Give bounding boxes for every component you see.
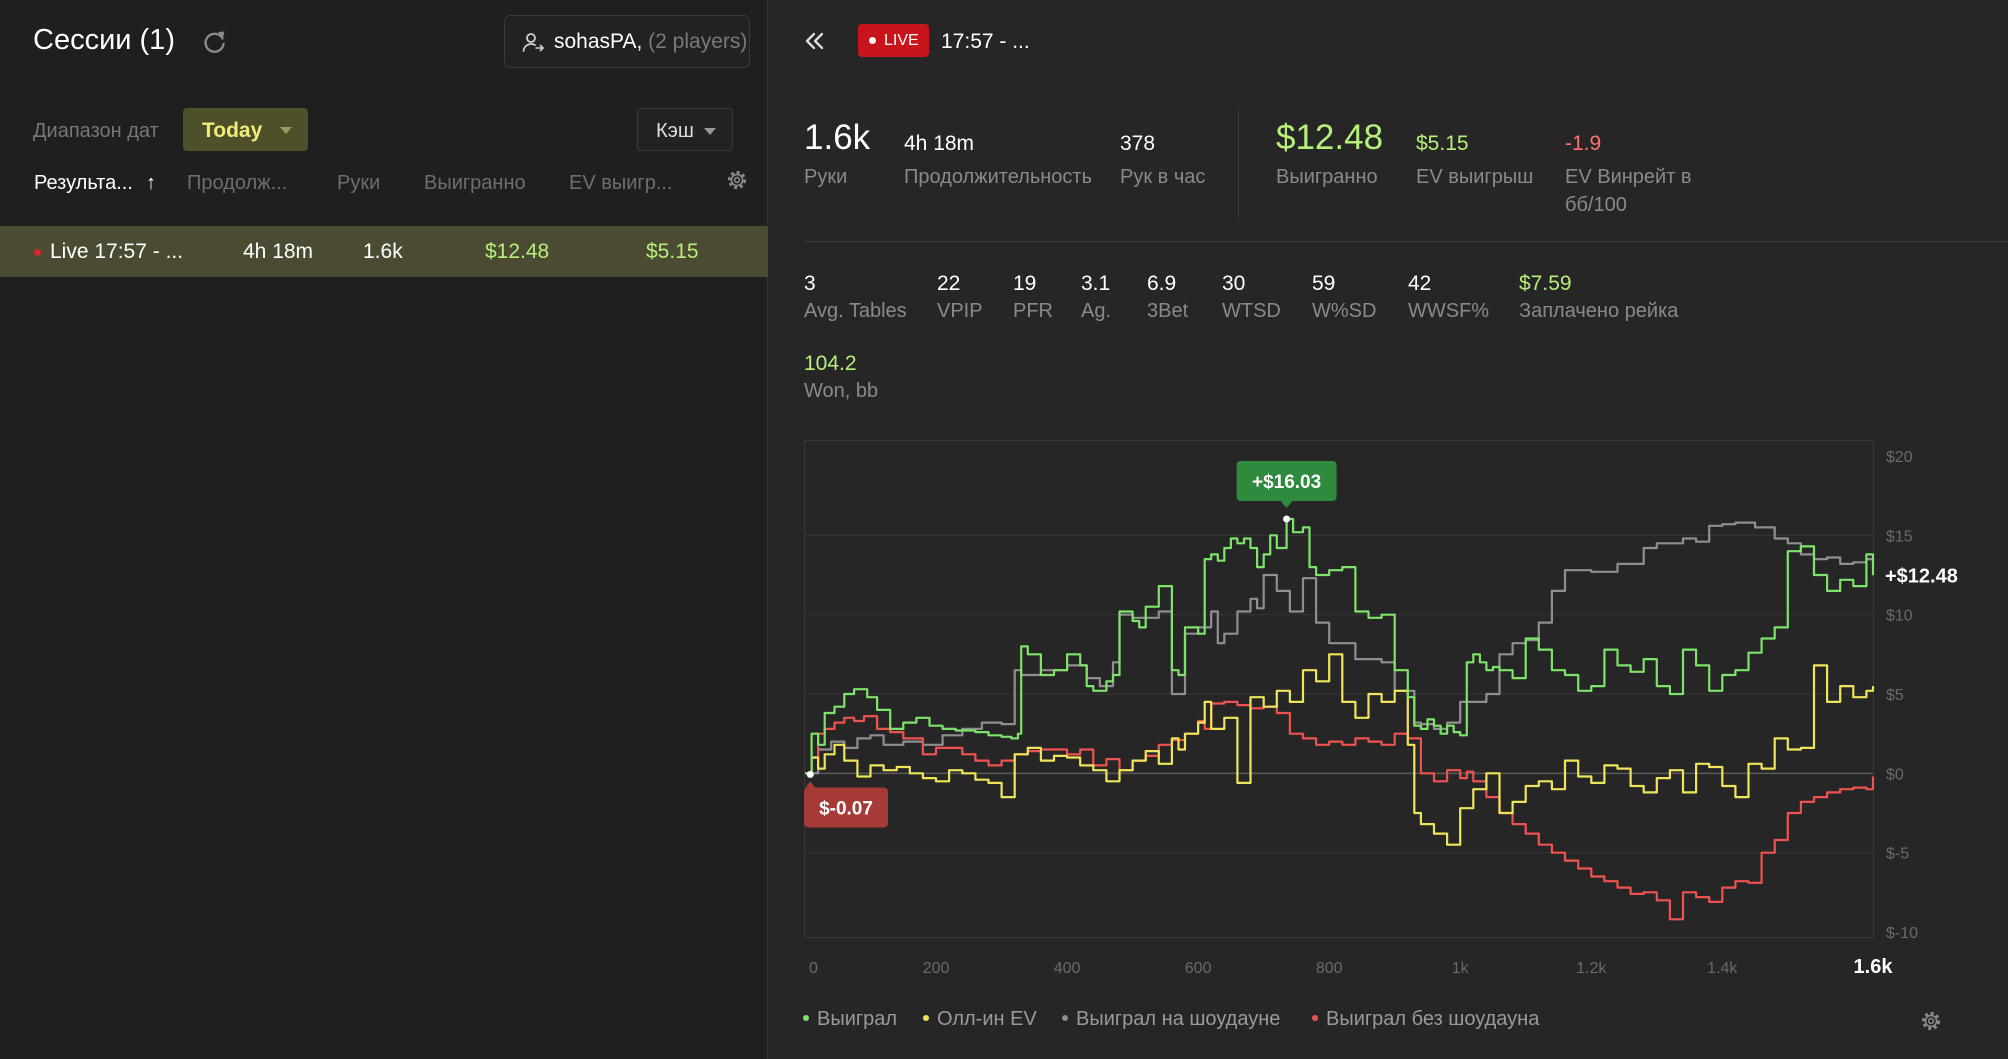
y-tick-label: $0 bbox=[1886, 766, 1904, 783]
y-tick-label: $-5 bbox=[1886, 846, 1909, 863]
legend-dot-icon bbox=[803, 1014, 809, 1021]
legend-non-showdown[interactable]: Выиграл без шоудауна bbox=[1312, 1008, 1539, 1031]
x-tick-label: 1.4k bbox=[1707, 960, 1738, 977]
winnings-chart[interactable]: $20 $15 $10 $5 $0 $-5 $-10 0 200 400 600 800 1k 1.2k 1… bbox=[0, 0, 2008, 1059]
y-tick-label: $5 bbox=[1886, 687, 1904, 704]
x-tick-label: 1.6k bbox=[1854, 956, 1894, 978]
legend-showdown[interactable]: Выиграл на шоудауне bbox=[1062, 1008, 1280, 1031]
x-tick-label: 800 bbox=[1316, 960, 1343, 977]
series-line bbox=[805, 517, 1875, 775]
legend-non-showdown-label: Выиграл без шоудауна bbox=[1326, 1008, 1540, 1030]
legend-dot-icon bbox=[1062, 1014, 1068, 1021]
y-tick-label: $20 bbox=[1886, 449, 1913, 466]
legend-won-label: Выиграл bbox=[817, 1008, 898, 1030]
min-label-pointer bbox=[805, 781, 816, 788]
legend-won[interactable]: Выиграл bbox=[803, 1008, 897, 1031]
chart-settings-gear-icon[interactable] bbox=[1918, 1008, 1944, 1034]
legend-allin-ev[interactable]: Олл-ин EV bbox=[923, 1008, 1037, 1031]
series-line bbox=[805, 700, 1875, 921]
x-tick-label: 600 bbox=[1185, 960, 1212, 977]
x-tick-label: 1.2k bbox=[1576, 960, 1607, 977]
series-line bbox=[805, 521, 1875, 775]
max-point bbox=[1283, 515, 1291, 523]
x-tick-label: 400 bbox=[1054, 960, 1081, 977]
y-tick-label: $15 bbox=[1886, 528, 1913, 545]
end-value-label: +$12.48 bbox=[1885, 565, 1958, 587]
legend-allin-ev-label: Олл-ин EV bbox=[937, 1008, 1037, 1030]
y-tick-label: $10 bbox=[1886, 608, 1913, 625]
min-label: $-0.07 bbox=[819, 798, 873, 819]
max-label-pointer bbox=[1280, 500, 1293, 508]
x-tick-label: 1k bbox=[1452, 960, 1470, 977]
legend-showdown-label: Выиграл на шоудауне bbox=[1076, 1008, 1281, 1030]
x-tick-label: 0 bbox=[809, 960, 818, 977]
x-tick-label: 200 bbox=[923, 960, 950, 977]
legend-dot-icon bbox=[1312, 1014, 1318, 1021]
max-label: +$16.03 bbox=[1252, 472, 1321, 493]
y-tick-label: $-10 bbox=[1886, 925, 1918, 942]
min-point bbox=[806, 770, 814, 778]
legend-dot-icon bbox=[923, 1014, 929, 1021]
series-line bbox=[805, 653, 1875, 846]
